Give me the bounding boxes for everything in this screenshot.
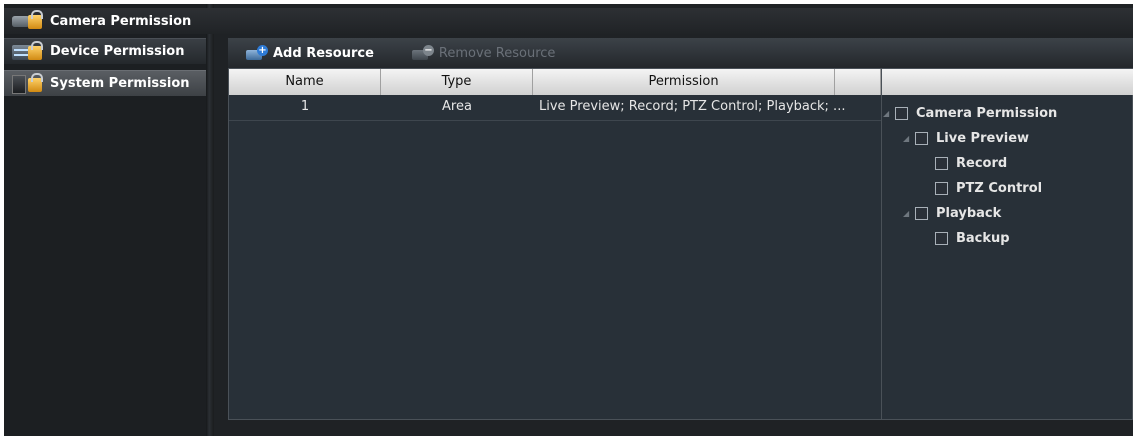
tree-node-label: Record — [956, 155, 1008, 171]
sidebar — [4, 4, 206, 436]
table-header: Name Type Permission — [229, 69, 1133, 95]
expand-triangle-icon[interactable]: ◢ — [903, 209, 915, 218]
app-window: Camera Permission Device Permission Syst… — [4, 4, 1133, 436]
sidebar-item-label: Device Permission — [50, 44, 185, 59]
cell-permission: Live Preview; Record; PTZ Control; Playb… — [539, 99, 846, 114]
tree-node-live-preview[interactable]: ◢ Live Preview — [903, 128, 1029, 148]
tree-node-label: Playback — [936, 205, 1002, 221]
resource-panel: Name Type Permission 1 Area Live Preview… — [228, 68, 1133, 420]
remove-resource-label: Remove Resource — [438, 45, 556, 61]
table-row[interactable]: 1 Area Live Preview; Record; PTZ Control… — [229, 95, 881, 121]
sidebar-item-label: Camera Permission — [50, 13, 192, 29]
column-header-type[interactable]: Type — [381, 69, 533, 95]
sidebar-item-device-permission[interactable]: Device Permission — [4, 38, 206, 64]
expand-triangle-icon[interactable]: ◢ — [903, 134, 915, 143]
column-header-permission[interactable]: Permission — [533, 69, 835, 95]
tree-node-camera-permission[interactable]: ◢ Camera Permission — [883, 103, 1057, 123]
sidebar-divider[interactable] — [206, 4, 214, 436]
tree-node-label: PTZ Control — [956, 180, 1043, 196]
add-resource-icon: + — [246, 45, 268, 61]
cell-type: Area — [442, 99, 472, 114]
tree-node-record[interactable]: Record — [935, 153, 1007, 173]
device-lock-icon — [12, 40, 43, 62]
checkbox[interactable] — [915, 206, 928, 220]
tree-node-ptz-control[interactable]: PTZ Control — [935, 178, 1042, 198]
tree-node-label: Live Preview — [936, 130, 1030, 146]
tree-node-label: Backup — [956, 230, 1010, 246]
expand-triangle-icon[interactable]: ◢ — [883, 109, 895, 118]
remove-resource-button[interactable]: − Remove Resource — [411, 45, 556, 61]
cell-name: 1 — [300, 99, 310, 114]
camera-lock-icon — [12, 10, 43, 31]
toolbar: + Add Resource − Remove Resource — [228, 38, 1133, 68]
column-header-extra — [835, 69, 881, 95]
remove-resource-icon: − — [411, 45, 434, 61]
system-lock-icon — [12, 72, 43, 94]
sidebar-item-system-permission[interactable]: System Permission — [4, 70, 206, 96]
panel-separator — [881, 69, 882, 419]
add-resource-label: Add Resource — [273, 45, 374, 61]
tree-node-label: Camera Permission — [916, 105, 1058, 121]
checkbox[interactable] — [935, 181, 948, 195]
tree-node-playback[interactable]: ◢ Playback — [903, 203, 1001, 223]
column-header-name[interactable]: Name — [229, 69, 381, 95]
sidebar-item-label: System Permission — [50, 76, 190, 91]
checkbox[interactable] — [935, 156, 948, 170]
tree-node-backup[interactable]: Backup — [935, 228, 1010, 248]
checkbox[interactable] — [935, 231, 948, 245]
checkbox[interactable] — [895, 106, 908, 120]
add-resource-button[interactable]: + Add Resource — [246, 45, 374, 61]
sidebar-item-camera-permission[interactable]: Camera Permission — [4, 8, 1133, 34]
tree-header — [881, 69, 1133, 95]
checkbox[interactable] — [915, 131, 928, 145]
